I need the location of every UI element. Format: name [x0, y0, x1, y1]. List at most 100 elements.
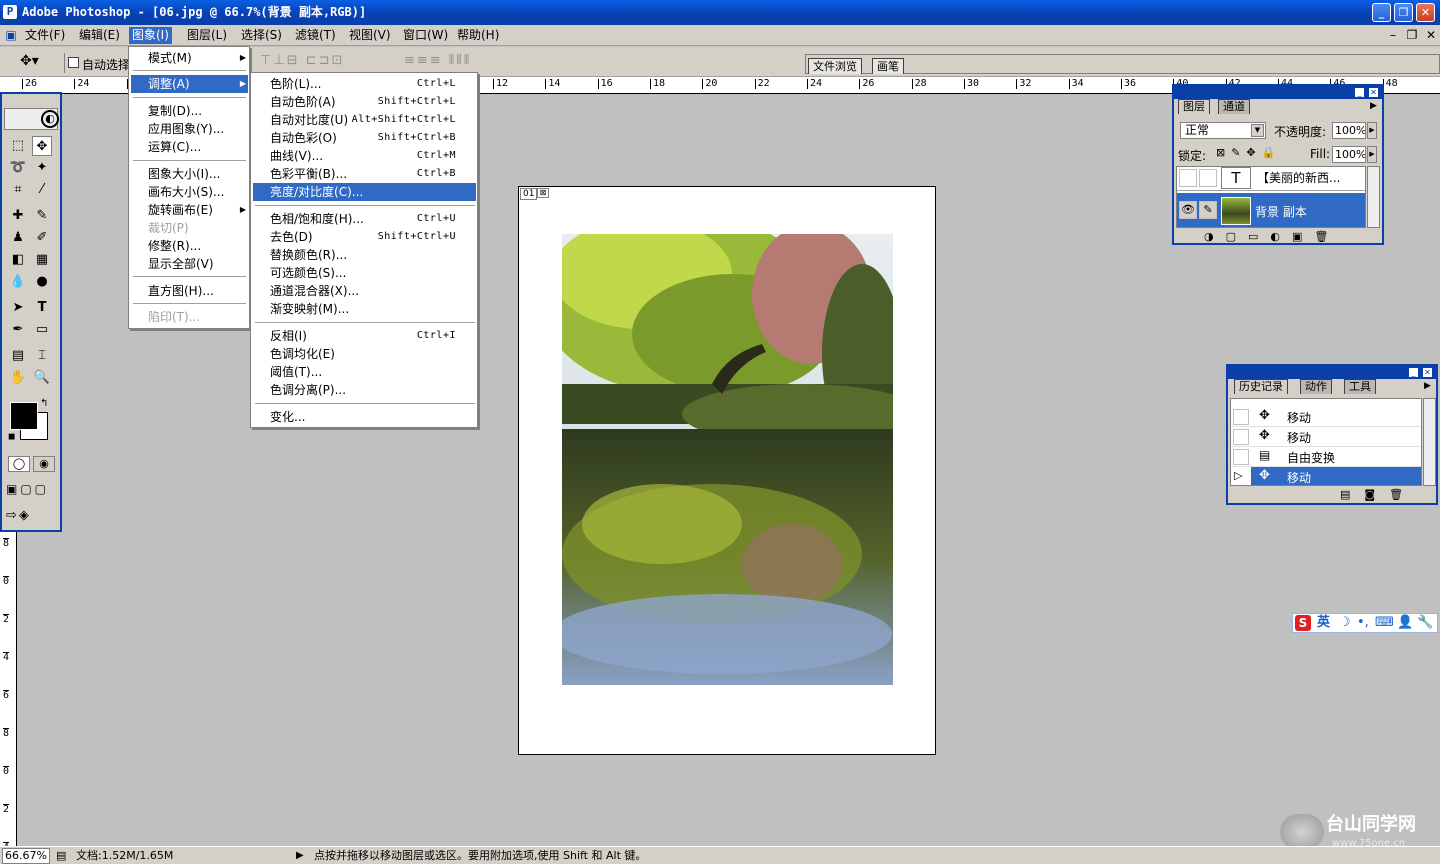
history-state-slider-icon[interactable]: ▷ — [1234, 469, 1242, 482]
brush-tool-icon[interactable]: ✎ — [32, 206, 52, 226]
menu-item-trim[interactable]: 修整(R)... — [131, 237, 248, 255]
align-buttons-icon[interactable]: ⊤⊥⊟ ⊏⊐⊡ — [260, 53, 344, 68]
palette-close-button[interactable]: ✕ — [1422, 367, 1433, 378]
tab-layers[interactable]: 图层 — [1178, 99, 1210, 114]
menu-item-brightness-contrast[interactable]: 亮度/对比度(C)... — [253, 183, 476, 201]
restore-button[interactable]: ❐ — [1394, 3, 1413, 22]
menu-image[interactable]: 图象(I) — [129, 27, 172, 44]
notes-tool-icon[interactable]: ▤ — [8, 346, 28, 366]
menu-item-replace-color[interactable]: 替换颜色(R)... — [253, 246, 476, 264]
layer-row[interactable]: T 【美丽的新西... — [1177, 167, 1365, 191]
layers-scrollbar[interactable] — [1367, 166, 1380, 228]
lasso-tool-icon[interactable]: ➰ — [8, 158, 28, 178]
default-colors-icon[interactable]: ◼ — [8, 432, 15, 442]
menu-item-desaturate[interactable]: 去色(D) Shift+Ctrl+U — [253, 228, 476, 246]
user-icon[interactable]: 👤 — [1397, 614, 1413, 632]
jump-to-imageready-icon[interactable]: ⇨◈ — [6, 508, 31, 523]
quickmask-mode-icon[interactable]: ◉ — [33, 456, 55, 472]
ime-mode-label[interactable]: 英 — [1317, 614, 1330, 632]
tab-brushes[interactable]: 画笔 — [872, 58, 904, 74]
stamp-tool-icon[interactable]: ♟ — [8, 228, 28, 248]
move-tool-preset-icon[interactable]: ✥▾ — [20, 53, 39, 69]
distribute-buttons-icon[interactable]: ≡≡≡ ⫴⫴⫴ — [404, 53, 471, 68]
menu-item-threshold[interactable]: 阈值(T)... — [253, 363, 476, 381]
menu-help[interactable]: 帮助(H) — [454, 27, 502, 44]
zoom-tool-icon[interactable]: 🔍 — [32, 368, 52, 388]
eyedropper-tool-icon[interactable]: ⌶ — [32, 346, 52, 366]
menu-item-image-size[interactable]: 图象大小(I)... — [131, 165, 248, 183]
menu-item-channel-mixer[interactable]: 通道混合器(X)... — [253, 282, 476, 300]
menu-item-equalize[interactable]: 色调均化(E) — [253, 345, 476, 363]
menu-filter[interactable]: 滤镜(T) — [292, 27, 339, 44]
zoom-input[interactable]: 66.67% — [2, 848, 50, 864]
history-item[interactable]: ✥ 移动 — [1231, 427, 1421, 447]
menu-item-variations[interactable]: 变化... — [253, 408, 476, 426]
menu-item-mode[interactable]: 模式(M) ▶ — [131, 49, 248, 67]
menu-item-auto-levels[interactable]: 自动色阶(A) Shift+Ctrl+L — [253, 93, 476, 111]
hand-tool-icon[interactable]: ✋ — [8, 368, 28, 388]
menu-item-reveal-all[interactable]: 显示全部(V) — [131, 255, 248, 273]
palette-minimize-button[interactable]: _ — [1354, 87, 1365, 98]
menu-item-color-balance[interactable]: 色彩平衡(B)... Ctrl+B — [253, 165, 476, 183]
menu-item-rotate-canvas[interactable]: 旋转画布(E) ▶ — [131, 201, 248, 219]
link-toggle[interactable] — [1199, 169, 1217, 187]
menu-item-auto-color[interactable]: 自动色彩(O) Shift+Ctrl+B — [253, 129, 476, 147]
magic-wand-tool-icon[interactable]: ✦ — [32, 158, 52, 178]
standard-mode-icon[interactable]: ◯ — [8, 456, 30, 472]
menu-layer[interactable]: 图层(L) — [184, 27, 230, 44]
menu-edit[interactable]: 编辑(E) — [76, 27, 123, 44]
menu-select[interactable]: 选择(S) — [238, 27, 285, 44]
sogou-icon[interactable]: S — [1295, 615, 1311, 631]
menu-item-levels[interactable]: 色阶(L)... Ctrl+L — [253, 75, 476, 93]
keyboard-icon[interactable]: ⌨ — [1375, 614, 1394, 632]
menu-item-invert[interactable]: 反相(I) Ctrl+I — [253, 327, 476, 345]
history-scrollbar[interactable] — [1423, 398, 1436, 486]
path-select-tool-icon[interactable]: ➤ — [8, 298, 28, 318]
document-icon[interactable]: ▣ — [4, 28, 18, 42]
eye-icon[interactable]: 👁 — [1179, 201, 1197, 219]
lock-options-icons[interactable]: ⊠✎✥🔒 — [1216, 146, 1281, 159]
palette-title-bar[interactable]: _ ✕ — [1174, 86, 1382, 99]
moon-icon[interactable]: ☽ — [1339, 614, 1351, 632]
tab-tools[interactable]: 工具 — [1344, 379, 1376, 394]
fill-slider-arrow-icon[interactable]: ▶ — [1367, 146, 1377, 163]
healing-brush-tool-icon[interactable]: ✚ — [8, 206, 28, 226]
visibility-toggle[interactable] — [1179, 169, 1197, 187]
palette-close-button[interactable]: ✕ — [1368, 87, 1379, 98]
palette-title-bar[interactable]: _ ✕ — [1228, 366, 1436, 379]
blur-tool-icon[interactable]: 💧 — [8, 272, 28, 292]
wrench-icon[interactable]: 🔧 — [1417, 614, 1433, 632]
status-menu-arrow-icon[interactable]: ▶ — [296, 847, 304, 864]
menu-view[interactable]: 视图(V) — [346, 27, 394, 44]
eraser-tool-icon[interactable]: ◧ — [8, 250, 28, 270]
brush-icon[interactable]: ✎ — [1199, 201, 1217, 219]
layer-actions-icons[interactable]: ◑▢▭◐▣🗑 — [1204, 230, 1340, 243]
dodge-tool-icon[interactable]: ● — [32, 272, 52, 292]
minimize-button[interactable]: _ — [1372, 3, 1391, 22]
menu-item-apply-image[interactable]: 应用图象(Y)... — [131, 120, 248, 138]
palette-menu-arrow-icon[interactable]: ▶ — [1424, 381, 1431, 391]
punctuation-icon[interactable]: •, — [1357, 614, 1369, 632]
menu-item-canvas-size[interactable]: 画布大小(S)... — [131, 183, 248, 201]
history-brush-tool-icon[interactable]: ✐ — [32, 228, 52, 248]
menu-item-auto-contrast[interactable]: 自动对比度(U) Alt+Shift+Ctrl+L — [253, 111, 476, 129]
snapshot-source-toggle[interactable] — [1233, 429, 1249, 445]
menu-item-duplicate[interactable]: 复制(D)... — [131, 102, 248, 120]
close-button[interactable]: ✕ — [1416, 3, 1435, 22]
swap-colors-icon[interactable]: ↰ — [40, 398, 48, 409]
menu-item-calculations[interactable]: 运算(C)... — [131, 138, 248, 156]
history-item-selected[interactable]: ✥ 移动 — [1251, 467, 1421, 485]
mdi-close-button[interactable]: ✕ — [1424, 28, 1438, 42]
history-actions-icons[interactable]: ▤◙🗑 — [1340, 488, 1417, 501]
screen-mode-icons[interactable]: ▣▢▢ — [6, 482, 49, 496]
layer-row-selected[interactable]: 👁 ✎ 背景 副本 — [1177, 193, 1365, 227]
gradient-tool-icon[interactable]: ▦ — [32, 250, 52, 270]
adobe-online-icon[interactable]: ◐ — [4, 108, 59, 130]
menu-window[interactable]: 窗口(W) — [400, 27, 451, 44]
menu-item-gradient-map[interactable]: 渐变映射(M)... — [253, 300, 476, 318]
auto-select-checkbox[interactable] — [68, 57, 79, 68]
mdi-minimize-button[interactable]: – — [1386, 28, 1400, 42]
menu-item-hue-saturation[interactable]: 色相/饱和度(H)... Ctrl+U — [253, 210, 476, 228]
shape-tool-icon[interactable]: ▭ — [32, 320, 52, 340]
foreground-color-swatch[interactable] — [10, 402, 38, 430]
